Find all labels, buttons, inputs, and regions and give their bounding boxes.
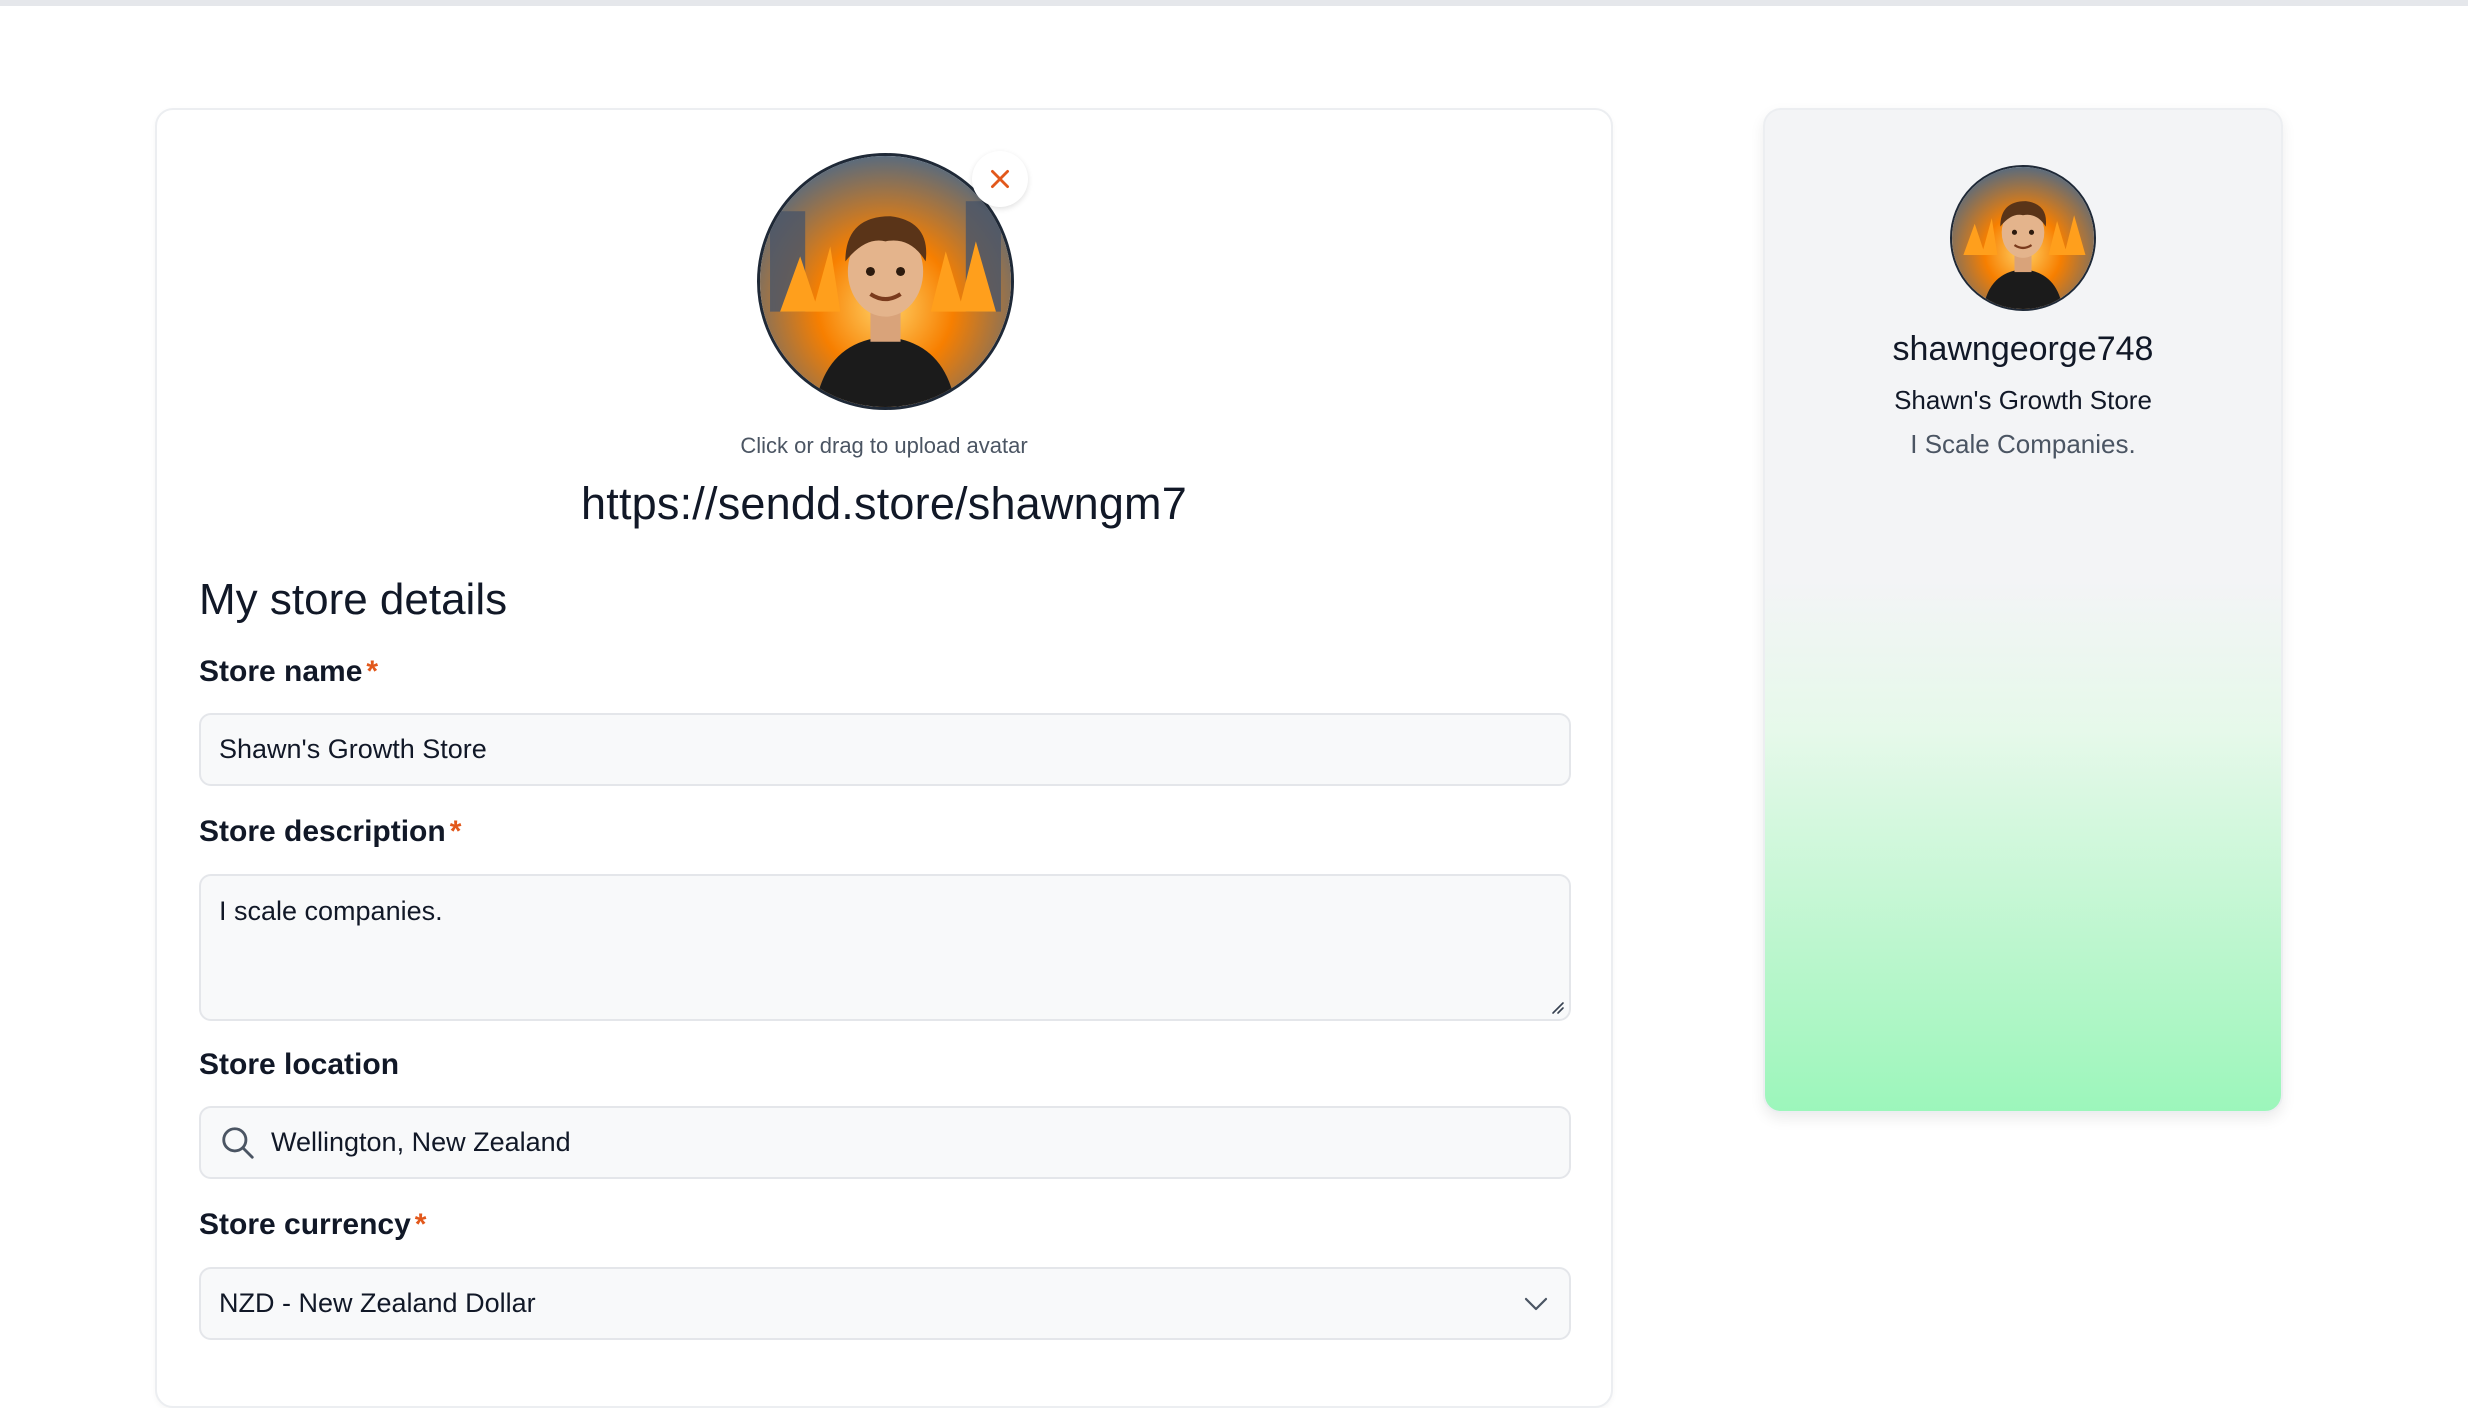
required-mark: *	[414, 1208, 427, 1241]
preview-username: shawngeorge748	[1892, 330, 2154, 368]
avatar-illustration	[760, 156, 1011, 407]
required-mark: *	[449, 815, 462, 848]
search-icon	[219, 1124, 257, 1162]
store-description-label: Store description *	[199, 815, 461, 849]
preview-store-name: Shawn's Growth Store	[1894, 385, 2152, 415]
store-name-label: Store name *	[199, 655, 378, 689]
remove-avatar-button[interactable]	[972, 151, 1028, 207]
store-currency-label-text: Store currency	[199, 1208, 411, 1241]
store-location-label: Store location	[199, 1048, 399, 1082]
store-currency-select[interactable]: NZD - New Zealand Dollar	[199, 1267, 1571, 1340]
resize-handle-icon[interactable]	[1547, 997, 1565, 1015]
upload-hint: Click or drag to upload avatar	[740, 433, 1028, 458]
store-url: https://sendd.store/shawngm7	[581, 478, 1187, 529]
store-name-input[interactable]: Shawn's Growth Store	[199, 713, 1571, 786]
store-description-label-text: Store description	[199, 815, 446, 848]
preview-avatar	[1950, 165, 2096, 311]
store-location-input[interactable]: Wellington, New Zealand	[199, 1106, 1571, 1179]
header-divider	[0, 0, 2468, 6]
section-title: My store details	[199, 575, 508, 624]
store-name-value: Shawn's Growth Store	[219, 734, 487, 764]
avatar-illustration	[1952, 167, 2094, 309]
store-currency-label: Store currency *	[199, 1208, 426, 1242]
required-mark: *	[366, 655, 379, 688]
avatar-uploader[interactable]	[757, 151, 1028, 410]
close-icon	[991, 170, 1009, 188]
store-description-textarea[interactable]: I scale companies.	[199, 874, 1571, 1021]
store-preview-card: shawngeorge748 Shawn's Growth Store I Sc…	[1763, 108, 2283, 1113]
store-description-value: I scale companies.	[219, 896, 443, 926]
preview-description: I Scale Companies.	[1910, 429, 2136, 459]
store-details-card: Click or drag to upload avatar https://s…	[155, 108, 1613, 1408]
store-location-label-text: Store location	[199, 1048, 400, 1081]
chevron-down-icon	[1521, 1289, 1551, 1319]
store-currency-value: NZD - New Zealand Dollar	[219, 1288, 536, 1318]
store-name-label-text: Store name	[199, 655, 363, 688]
store-location-value: Wellington, New Zealand	[271, 1127, 571, 1157]
